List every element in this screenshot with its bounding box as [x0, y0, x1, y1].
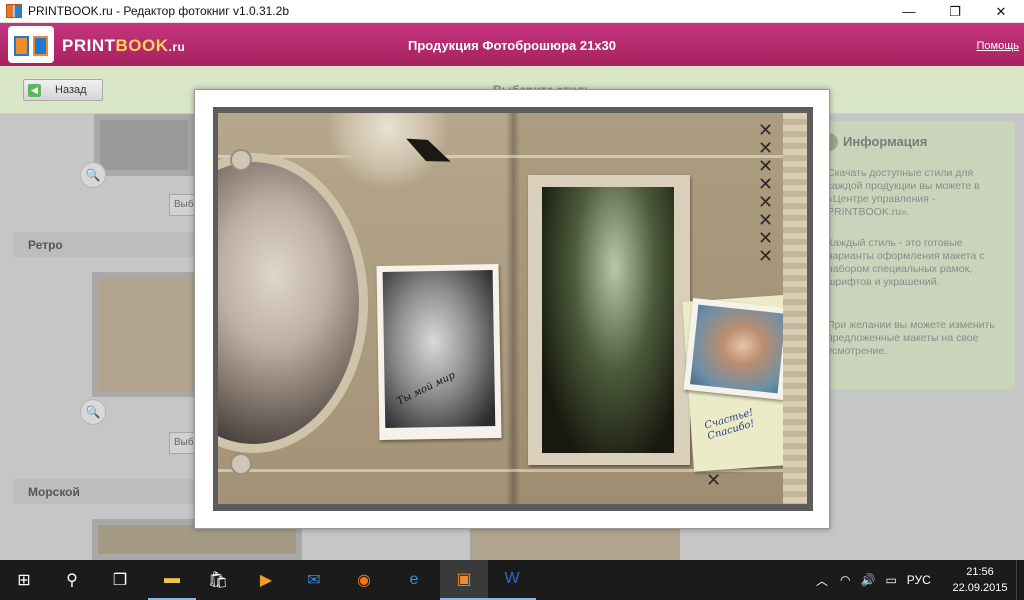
style-thumbnail[interactable] — [470, 524, 680, 560]
chevron-up-icon[interactable]: ︿ — [816, 572, 828, 589]
minimize-button[interactable]: — — [886, 0, 932, 23]
info-paragraph: Каждый стиль - это готовые варианты офор… — [827, 237, 985, 288]
photo-frame-woman — [528, 175, 690, 465]
photo-man — [690, 304, 786, 394]
info-paragraph: При желании вы можете изменить предложен… — [827, 319, 995, 357]
style-thumbnail[interactable] — [94, 114, 194, 176]
language-indicator[interactable]: РУС — [907, 573, 931, 587]
taskbar: ⊞ ⚲ ❒ ▬ 🛍 ▶ ✉ ◉ e ▣ W ︿ ◠ 🔊 ▭ РУС 21:56 … — [0, 560, 1024, 600]
decor-stripe — [218, 155, 807, 158]
pin-decor — [230, 149, 252, 171]
photo-frame-man — [683, 298, 793, 400]
message-icon[interactable]: ▭ — [885, 573, 896, 587]
word-icon[interactable]: W — [488, 560, 536, 600]
back-button-label: Назад — [55, 84, 87, 96]
taskbar-clock[interactable]: 21:56 22.09.2015 — [950, 564, 1010, 596]
style-thumbnail-retro[interactable] — [92, 272, 202, 397]
lace-border-decor — [783, 113, 807, 504]
stitch-decor: ✕ ✕ ✕ ✕ ✕ ✕ ✕ ✕ — [758, 120, 774, 266]
back-button[interactable]: ◀ Назад — [23, 79, 103, 101]
spread-gutter — [506, 113, 520, 504]
task-view-icon[interactable]: ❒ — [96, 560, 144, 600]
start-button[interactable]: ⊞ — [0, 560, 48, 600]
pin-decor — [230, 453, 252, 475]
window-controls: — ❐ ✕ — [886, 0, 1024, 23]
window-titlebar: PRINTBOOK.ru - Редактор фотокниг v1.0.31… — [0, 0, 1024, 23]
info-panel: i Информация Скачать доступные стили для… — [810, 121, 1015, 389]
media-player-icon[interactable]: ▶ — [242, 560, 290, 600]
photo-frame-couple: Ты мой мир — [376, 263, 502, 441]
maximize-button[interactable]: ❐ — [932, 0, 978, 23]
help-link[interactable]: Помощь — [977, 40, 1020, 52]
close-button[interactable]: ✕ — [978, 0, 1024, 23]
store-icon[interactable]: 🛍 — [194, 560, 242, 600]
app-header: PRINTBOOK.ru Продукция Фотоброшюра 21х30… — [0, 23, 1024, 66]
window-title: PRINTBOOK.ru - Редактор фотокниг v1.0.31… — [28, 4, 289, 18]
edge-icon[interactable]: e — [390, 560, 438, 600]
search-icon[interactable]: ⚲ — [48, 560, 96, 600]
firefox-icon[interactable]: ◉ — [340, 560, 388, 600]
volume-icon[interactable]: 🔊 — [861, 573, 876, 587]
clock-date: 22.09.2015 — [952, 582, 1008, 594]
product-title: Продукция Фотоброшюра 21х30 — [407, 38, 616, 53]
info-title: Информация — [843, 134, 928, 149]
app-icon — [6, 4, 22, 18]
stitch-decor: ✕ — [706, 470, 722, 490]
wifi-icon[interactable]: ◠ — [840, 573, 850, 587]
info-paragraph: Скачать доступные стили для каждой проду… — [827, 167, 980, 218]
mail-icon[interactable]: ✉ — [290, 560, 338, 600]
system-tray: ︿ ◠ 🔊 ▭ РУС — [816, 560, 931, 600]
clock-time: 21:56 — [966, 566, 994, 578]
printbook-taskbar-icon[interactable]: ▣ — [440, 560, 488, 600]
show-desktop-button[interactable] — [1016, 560, 1024, 600]
spread-pages: Ты мой мир Счастье! Спасибо! ✕ ✕ ✕ ✕ ✕ ✕ ✕ ✕ ✕ — [218, 113, 807, 504]
photobook-spread: Ты мой мир Счастье! Спасибо! ✕ ✕ ✕ ✕ ✕ ✕ ✕ ✕ ✕ — [213, 107, 813, 511]
photo-woman-dress — [542, 187, 674, 453]
zoom-icon[interactable]: 🔍 — [80, 399, 106, 425]
zoom-icon[interactable]: 🔍 — [80, 162, 106, 188]
back-arrow-icon: ◀ — [28, 83, 41, 97]
style-preview-modal[interactable]: Ты мой мир Счастье! Спасибо! ✕ ✕ ✕ ✕ ✕ ✕ ✕ ✕ ✕ — [194, 89, 830, 529]
file-explorer-icon[interactable]: ▬ — [148, 560, 196, 600]
